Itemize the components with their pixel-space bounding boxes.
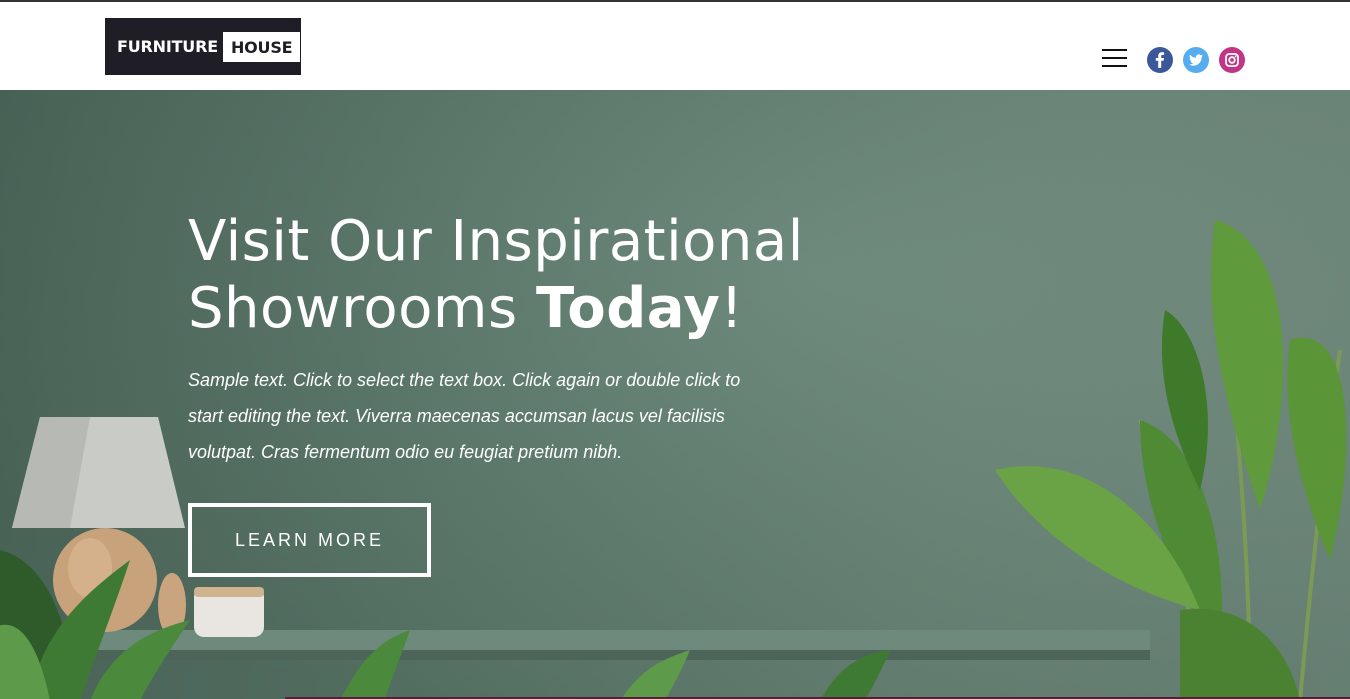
logo-text-house: HOUSE [222, 31, 301, 62]
twitter-icon[interactable] [1183, 47, 1209, 73]
hero-title: Visit Our Inspirational Showrooms Today! [188, 208, 804, 342]
menu-bar [1102, 57, 1127, 59]
hero-title-emphasis: Today [535, 276, 721, 341]
instagram-icon[interactable] [1219, 47, 1245, 73]
hero-title-line1: Visit Our Inspirational [188, 209, 804, 274]
page: FURNITURE HOUSE Visit Our Inspirational … [0, 0, 1350, 699]
learn-more-button[interactable]: LEARN MORE [188, 503, 431, 577]
menu-bar [1102, 65, 1127, 67]
hero-title-end: ! [720, 276, 744, 341]
site-logo[interactable]: FURNITURE HOUSE [105, 18, 301, 75]
site-header: FURNITURE HOUSE [0, 2, 1350, 90]
hero-title-line2: Showrooms [188, 276, 536, 341]
facebook-icon[interactable] [1147, 47, 1173, 73]
banana-leaf [1180, 608, 1300, 699]
banana-leaf [1211, 220, 1284, 510]
shelf-edge [0, 650, 1150, 660]
hero-section: Visit Our Inspirational Showrooms Today!… [0, 90, 1350, 699]
hamburger-menu-icon[interactable] [1102, 48, 1128, 70]
banana-leaf [1287, 337, 1347, 560]
logo-text-furniture: FURNITURE [117, 37, 218, 56]
bowl-lid [194, 587, 264, 597]
menu-bar [1102, 49, 1127, 51]
hero-description: Sample text. Click to select the text bo… [188, 370, 741, 462]
